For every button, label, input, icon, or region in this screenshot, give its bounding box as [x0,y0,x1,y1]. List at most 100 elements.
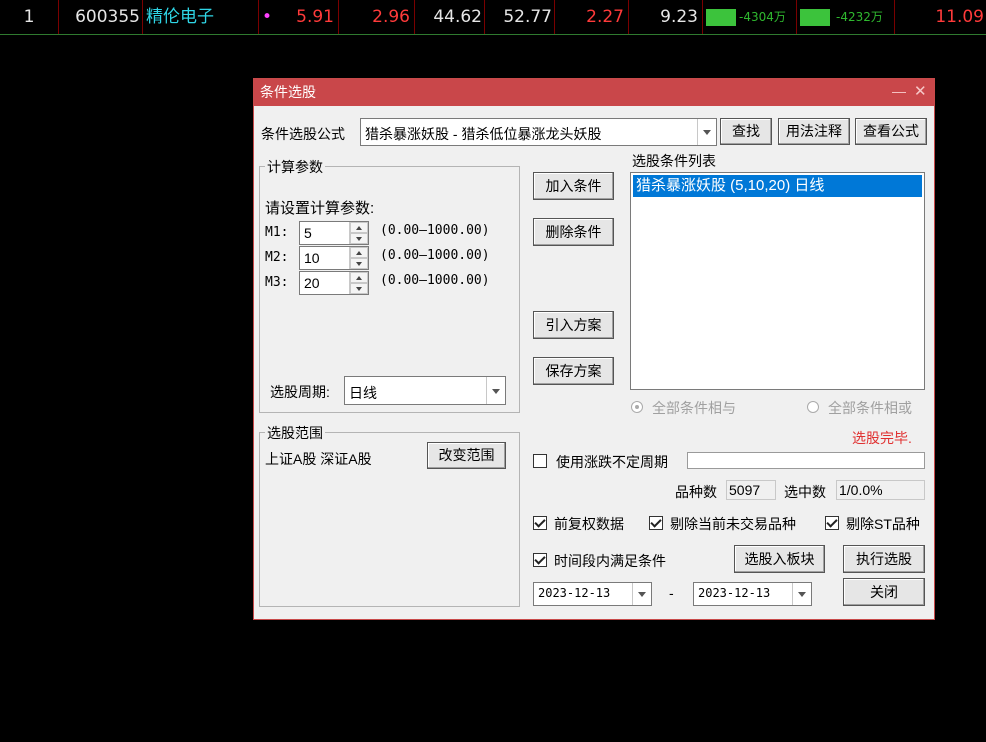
formula-select[interactable]: 猎杀暴涨妖股 - 猎杀低位暴涨龙头妖股 [360,118,717,146]
date-separator: - [669,585,674,601]
param-m3-range: (0.00—1000.00) [380,273,490,288]
scope-value: 上证A股 深证A股 [265,451,372,467]
forward-adjust-label: 前复权数据 [554,516,624,532]
view-formula-button[interactable]: 查看公式 [855,118,927,145]
column-divider [142,0,143,34]
param-m2-range: (0.00—1000.00) [380,248,490,263]
usage-notes-button[interactable]: 用法注释 [778,118,850,145]
quote-row[interactable]: 1 600355 精伦电子 • 5.91 2.96 44.62 52.77 2.… [0,0,986,35]
time-range-checkbox[interactable] [533,553,547,567]
column-divider [894,0,895,34]
column-divider [338,0,339,34]
time-range-label: 时间段内满足条件 [554,553,666,569]
dialog-title: 条件选股 [260,84,316,100]
flow-label-1: -4304万 [739,10,786,24]
delete-condition-button[interactable]: 删除条件 [533,218,614,246]
radio-all-and[interactable] [631,401,643,413]
condition-list-item[interactable]: 猎杀暴涨妖股 (5,10,20) 日线 [633,175,922,197]
count-label: 品种数 [675,484,717,500]
column-divider [796,0,797,34]
params-group-title: 计算参数 [265,157,325,177]
last-value: 11.09 [935,7,984,27]
period-label: 选股周期: [270,384,330,400]
spin-up-icon[interactable] [350,222,368,233]
spin-up-icon[interactable] [350,247,368,258]
selected-label: 选中数 [784,484,826,500]
exclude-st-checkbox[interactable] [825,516,839,530]
save-plan-button[interactable]: 保存方案 [533,357,614,385]
spin-down-icon[interactable] [350,233,368,244]
forward-adjust-checkbox[interactable] [533,516,547,530]
column-divider [702,0,703,34]
marker-dot-icon: • [262,7,273,27]
formula-label: 条件选股公式 [261,126,345,142]
variable-period-label: 使用涨跌不定周期 [556,454,668,470]
minimize-icon[interactable]: — [892,79,906,104]
params-hint: 请设置计算参数: [265,200,375,217]
value-1: 44.62 [433,7,482,27]
param-m2-value[interactable]: 10 [304,250,320,266]
row-index: 1 [23,7,35,27]
spin-down-icon[interactable] [350,258,368,269]
selected-value: 1/0.0% [836,480,925,500]
radio-all-or[interactable] [807,401,819,413]
param-m1-label: M1: [265,225,289,240]
stock-name: 精伦电子 [146,7,214,27]
price-value: 5.91 [296,7,334,27]
execute-selection-button[interactable]: 执行选股 [843,545,925,573]
dialog-titlebar[interactable]: 条件选股 — ✕ [254,79,934,106]
change-scope-button[interactable]: 改变范围 [427,442,506,469]
variable-period-input[interactable] [687,452,925,469]
add-to-block-button[interactable]: 选股入板块 [734,545,825,573]
column-divider [628,0,629,34]
import-plan-button[interactable]: 引入方案 [533,311,614,339]
exclude-untraded-checkbox[interactable] [649,516,663,530]
value-3: 2.27 [586,7,624,27]
stock-code: 600355 [75,7,140,27]
exclude-st-label: 剔除ST品种 [846,516,920,532]
flow-bar-1 [706,9,736,26]
chevron-down-icon[interactable] [792,583,811,605]
close-button[interactable]: 关闭 [843,578,925,606]
param-m1-value[interactable]: 5 [304,225,312,241]
date-to-picker[interactable]: 2023-12-13 [693,582,812,606]
variable-period-checkbox[interactable] [533,454,547,468]
chevron-down-icon[interactable] [697,119,716,145]
add-condition-button[interactable]: 加入条件 [533,172,614,200]
value-4: 9.23 [660,7,698,27]
condition-list-label: 选股条件列表 [632,153,716,169]
param-m2-spinner[interactable]: 10 [299,246,369,270]
param-m3-label: M3: [265,275,289,290]
period-select[interactable]: 日线 [344,376,506,405]
column-divider [484,0,485,34]
count-value: 5097 [726,480,776,500]
flow-bar-2 [800,9,830,26]
value-2: 52.77 [503,7,552,27]
scope-group-title: 选股范围 [265,423,325,443]
column-divider [414,0,415,34]
condition-list[interactable]: 猎杀暴涨妖股 (5,10,20) 日线 [630,172,925,390]
status-text: 选股完毕. [852,430,912,446]
param-m2-label: M2: [265,250,289,265]
param-m1-range: (0.00—1000.00) [380,223,490,238]
find-button[interactable]: 查找 [720,118,772,145]
spin-up-icon[interactable] [350,272,368,283]
change-pct-value: 2.96 [372,7,410,27]
column-divider [258,0,259,34]
column-divider [554,0,555,34]
radio-all-and-label: 全部条件相与 [652,400,736,416]
param-m3-spinner[interactable]: 20 [299,271,369,295]
param-m3-value[interactable]: 20 [304,275,320,291]
flow-label-2: -4232万 [836,10,883,24]
param-m1-spinner[interactable]: 5 [299,221,369,245]
chevron-down-icon[interactable] [632,583,651,605]
column-divider [58,0,59,34]
condition-stock-selection-dialog: 条件选股 — ✕ 条件选股公式 猎杀暴涨妖股 - 猎杀低位暴涨龙头妖股 查找 用… [253,78,935,620]
date-to-value: 2023-12-13 [698,586,771,600]
chevron-down-icon[interactable] [486,377,505,404]
period-select-value: 日线 [349,385,377,401]
close-icon[interactable]: ✕ [914,79,927,105]
date-from-value: 2023-12-13 [538,586,611,600]
date-from-picker[interactable]: 2023-12-13 [533,582,652,606]
spin-down-icon[interactable] [350,283,368,294]
